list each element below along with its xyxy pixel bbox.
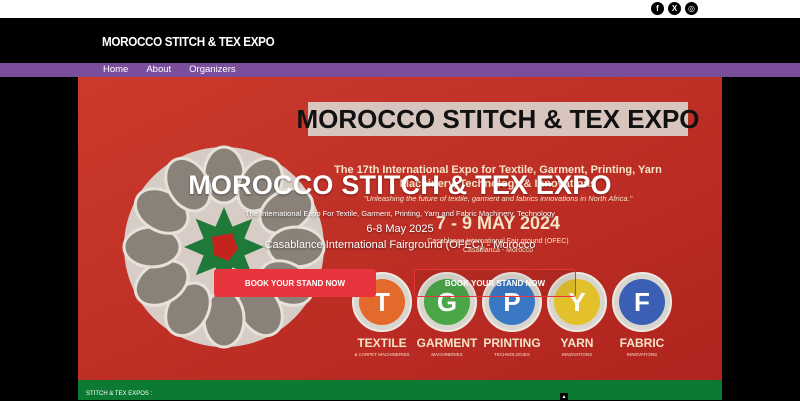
hero-title: MOROCCO STITCH & TEX EXPO — [188, 170, 612, 200]
footer-label: STITCH & TEX EXPOS : — [86, 391, 153, 397]
sector-name: FABRIC — [620, 336, 665, 350]
sector-name: YARN — [561, 336, 594, 350]
nav-item-organizers[interactable]: Organizers — [189, 63, 235, 77]
sector-sub: TECHNOLOGIES — [494, 352, 530, 357]
nav-item-home[interactable]: Home — [103, 63, 128, 77]
top-bar: f X ◎ — [0, 0, 800, 18]
social-links: f X ◎ — [651, 2, 698, 15]
sector-name: GARMENT — [417, 336, 478, 350]
sector-name: PRINTING — [483, 336, 540, 350]
footer-strip: STITCH & TEX EXPOS : ▲ — [78, 380, 722, 401]
facebook-icon[interactable]: f — [651, 2, 664, 15]
hero-venue: Casablance International Fairground (OFE… — [264, 239, 536, 251]
sector-sub: INNOVATIONS — [627, 352, 657, 357]
hero-date: 6-8 May 2025 — [366, 223, 434, 235]
poster-title: MOROCCO STITCH & TEX EXPO — [296, 104, 699, 134]
book-stand-button-secondary[interactable]: BOOK YOUR STAND NOW — [414, 269, 576, 297]
sector-sub: MACHINERIES — [431, 352, 462, 357]
nav-item-about[interactable]: About — [146, 63, 171, 77]
hero-subtitle: The International Expo For Textile, Garm… — [245, 209, 555, 218]
main-nav: Home About Organizers — [0, 63, 800, 77]
sector-letter: T — [374, 287, 390, 317]
sector-letter: F — [634, 287, 650, 317]
instagram-icon[interactable]: ◎ — [685, 2, 698, 15]
sector-name: TEXTILE — [357, 336, 406, 350]
sector-badge-fabric: F FABRIC INNOVATIONS — [612, 272, 672, 357]
sector-sub: INNOVATIONS — [562, 352, 592, 357]
site-brand[interactable]: MOROCCO STITCH & TEX EXPO — [102, 34, 275, 49]
book-stand-button-primary[interactable]: BOOK YOUR STAND NOW — [214, 269, 376, 297]
site-header: MOROCCO STITCH & TEX EXPO — [0, 18, 800, 63]
sector-sub: & CARPET MACHINERIES — [355, 352, 410, 357]
x-icon[interactable]: X — [668, 2, 681, 15]
